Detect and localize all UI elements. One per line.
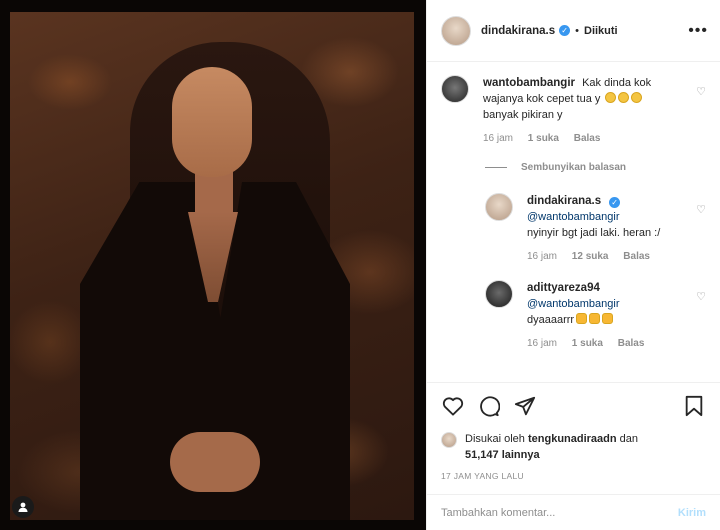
reply-mention[interactable]: @wantobambangir <box>527 211 620 223</box>
user-tag-icon[interactable] <box>12 496 34 518</box>
reply-time[interactable]: 16 jam <box>527 338 557 349</box>
comment-like-count[interactable]: 1 suka <box>528 133 559 144</box>
more-options-icon[interactable]: ••• <box>688 22 708 40</box>
comment-icon[interactable] <box>477 394 501 418</box>
comment-item: wantobambangir Kak dinda kok wajanya kok… <box>441 75 706 144</box>
liked-by-user[interactable]: tengkunadiraadn <box>528 433 617 445</box>
hide-replies-label: Sembunyikan balasan <box>521 162 627 173</box>
separator-dot: • <box>575 24 579 37</box>
bookmark-icon[interactable] <box>682 394 706 418</box>
reply-text: nyinyir bgt jadi laki. heran :/ <box>527 227 661 239</box>
post-side-panel: dindakirana.s ✓ • Diikuti ••• wantobamba… <box>426 0 720 530</box>
comments-list: wantobambangir Kak dinda kok wajanya kok… <box>427 63 720 381</box>
share-icon[interactable] <box>513 394 537 418</box>
comment-time[interactable]: 16 jam <box>483 133 513 144</box>
flexed-biceps-emoji-icon <box>589 313 601 324</box>
flexed-biceps-emoji-icon <box>602 313 614 324</box>
post-timestamp[interactable]: 17 JAM YANG LALU <box>441 471 706 481</box>
reply-like-count[interactable]: 12 suka <box>572 251 609 262</box>
reply-avatar[interactable] <box>485 193 513 221</box>
comment-username[interactable]: wantobambangir <box>483 77 575 89</box>
reply-like-heart-icon[interactable]: ♡ <box>696 290 706 303</box>
post-comment-button[interactable]: Kirim <box>678 507 706 519</box>
post-photo[interactable] <box>10 12 414 520</box>
likes-count[interactable]: 51,147 lainnya <box>465 449 540 461</box>
verified-badge-icon: ✓ <box>609 197 621 208</box>
comment-like-heart-icon[interactable]: ♡ <box>696 85 706 98</box>
emoji-icon <box>618 92 630 103</box>
reply-item: adittyareza94 @wantobambangir dyaaaarrr … <box>485 280 706 349</box>
liked-by: Disukai oleh tengkunadiraadn dan 51,147 … <box>441 431 706 463</box>
reply-username[interactable]: adittyareza94 <box>527 282 600 294</box>
reply-avatar[interactable] <box>485 280 513 308</box>
liker-avatar[interactable] <box>441 432 457 448</box>
comment-input[interactable] <box>441 506 678 519</box>
add-comment-bar: Kirim <box>427 494 720 530</box>
hide-replies-line <box>485 167 507 168</box>
verified-badge-icon: ✓ <box>559 25 571 36</box>
hide-replies-button[interactable]: Sembunyikan balasan <box>485 162 706 173</box>
heart-icon[interactable] <box>441 394 465 418</box>
liked-by-prefix: Disukai oleh <box>465 433 525 445</box>
reply-reply-button[interactable]: Balas <box>618 338 645 349</box>
comment-reply-button[interactable]: Balas <box>574 133 601 144</box>
emoji-icon <box>605 92 617 103</box>
comment-text-continued: banyak pikiran y <box>483 109 563 121</box>
emoji-icon <box>631 92 643 103</box>
author-username[interactable]: dindakirana.s <box>481 25 555 37</box>
follow-button[interactable]: Diikuti <box>584 25 618 37</box>
post-header: dindakirana.s ✓ • Diikuti ••• <box>427 0 720 62</box>
post-media <box>0 0 426 530</box>
reply-text: dyaaaarrr <box>527 314 575 326</box>
author-avatar[interactable] <box>441 15 471 46</box>
reply-reply-button[interactable]: Balas <box>623 251 650 262</box>
commenter-avatar[interactable] <box>441 75 469 103</box>
liked-by-middle: dan <box>619 433 639 445</box>
replies-list: dindakirana.s ✓ @wantobambangir nyinyir b… <box>485 193 706 349</box>
reply-item: dindakirana.s ✓ @wantobambangir nyinyir b… <box>485 193 706 262</box>
reply-like-count[interactable]: 1 suka <box>572 338 603 349</box>
reply-like-heart-icon[interactable]: ♡ <box>696 203 706 216</box>
reply-username[interactable]: dindakirana.s <box>527 195 601 207</box>
post-actions: Disukai oleh tengkunadiraadn dan 51,147 … <box>427 382 720 494</box>
flexed-biceps-emoji-icon <box>576 313 588 324</box>
reply-mention[interactable]: @wantobambangir <box>527 298 620 310</box>
reply-time[interactable]: 16 jam <box>527 251 557 262</box>
